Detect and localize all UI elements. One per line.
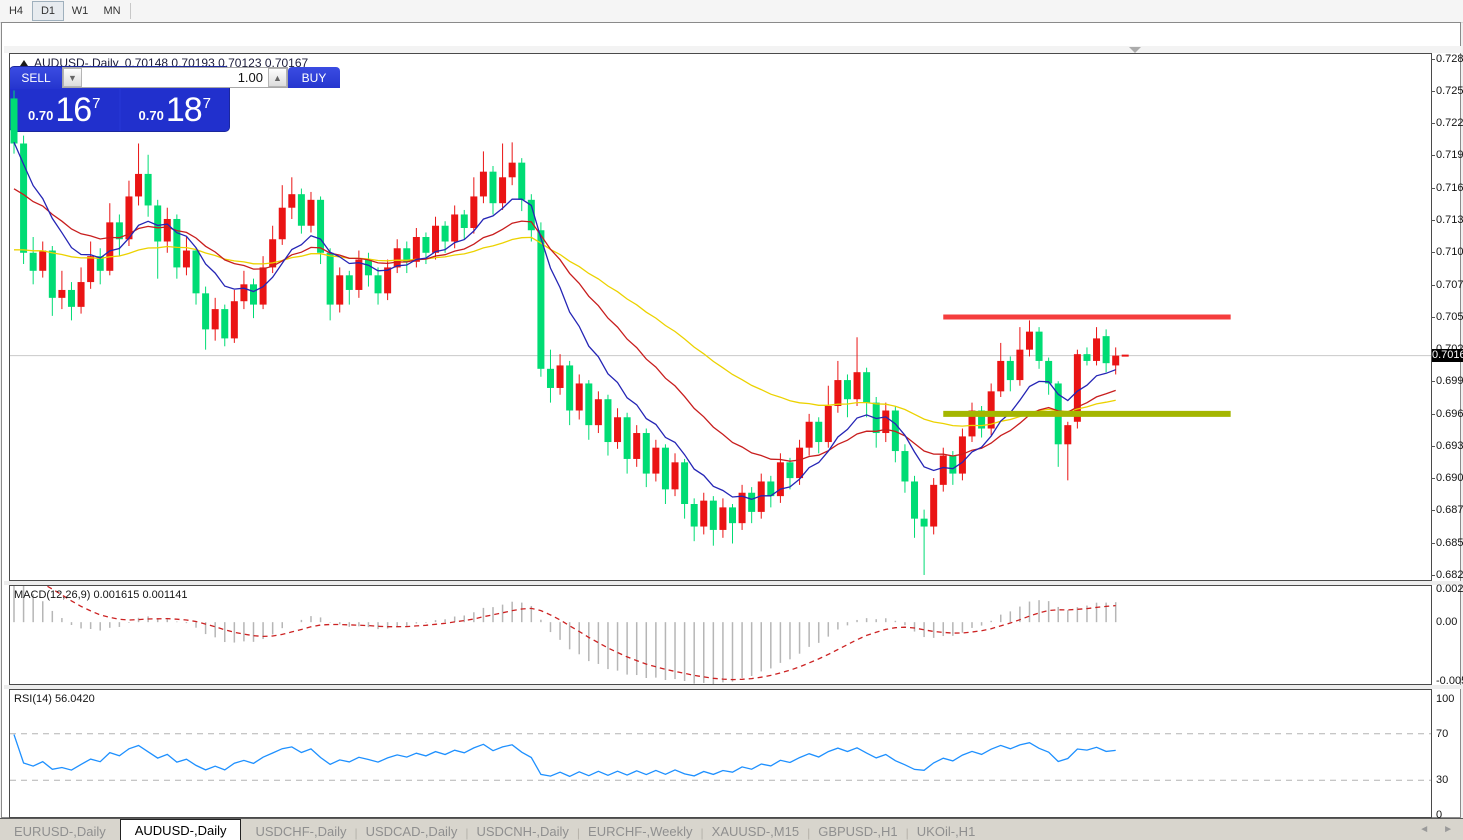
price-tick-mark: [1431, 543, 1435, 544]
price-tick-mark: [1431, 414, 1435, 415]
price-tick-mark: [1431, 285, 1435, 286]
price-tick-mark: [1431, 59, 1435, 60]
rsi-indicator-canvas[interactable]: [10, 690, 1431, 817]
price-tick-label: 0.71945: [1436, 149, 1463, 161]
timeframe-button-w1[interactable]: W1: [64, 1, 96, 21]
price-tick-label: 0.70795: [1436, 279, 1463, 291]
tab-scroll-right-icon[interactable]: ►: [1443, 824, 1453, 835]
macd-tick-label: 0.002962: [1436, 583, 1463, 595]
price-tick-mark: [1431, 123, 1435, 124]
price-tick-label: 0.71085: [1436, 246, 1463, 258]
price-tick-mark: [1431, 155, 1435, 156]
price-tick-mark: [1431, 317, 1435, 318]
rsi-tick-label: 100: [1436, 693, 1454, 705]
tab-scroll-arrows: ◄ ►: [1419, 824, 1453, 835]
candlestick-series: [11, 91, 1120, 575]
tab-usdcnh-daily[interactable]: USDCNH-,Daily: [462, 821, 582, 840]
application-window: H4D1W1MN AUDUSD-,Daily 0.70148 0.70193 0…: [0, 0, 1463, 840]
price-tick-mark: [1431, 446, 1435, 447]
price-tick-mark: [1431, 510, 1435, 511]
price-tick-mark: [1431, 478, 1435, 479]
price-tick-label: 0.70510: [1436, 311, 1463, 323]
rsi-tick-label: 30: [1436, 774, 1448, 786]
price-tick-mark: [1431, 220, 1435, 221]
macd-label: MACD(12,26,9) 0.001615 0.001141: [14, 589, 188, 601]
rsi-line: [14, 735, 1116, 777]
price-tick-mark: [1431, 91, 1435, 92]
price-tick-label: 0.69650: [1436, 408, 1463, 420]
price-tick-label: 0.72230: [1436, 117, 1463, 129]
price-tick-mark: [1431, 188, 1435, 189]
tab-ukoil-h1[interactable]: UKOil-,H1: [903, 821, 990, 840]
current-price-tag: 0.70167: [1432, 349, 1463, 362]
price-tick-label: 0.68220: [1436, 569, 1463, 581]
ma-line-9: [14, 142, 1116, 499]
timeframe-button-d1[interactable]: D1: [32, 1, 64, 21]
tab-usdchf-daily[interactable]: USDCHF-,Daily: [241, 821, 360, 840]
tab-scroll-left-icon[interactable]: ◄: [1419, 824, 1429, 835]
chart-tab-bar: EURUSD-,DailyAUDUSD-,DailyUSDCHF-,Daily|…: [0, 818, 1463, 840]
price-tick-mark: [1431, 381, 1435, 382]
tab-xauusd-m15[interactable]: XAUUSD-,M15: [698, 821, 813, 840]
price-tick-label: 0.72515: [1436, 85, 1463, 97]
price-tick-mark: [1431, 252, 1435, 253]
price-tick-label: 0.69940: [1436, 375, 1463, 387]
price-axis-border: [1431, 53, 1432, 818]
price-tick-label: 0.69365: [1436, 440, 1463, 452]
timeframe-toolbar: H4D1W1MN: [0, 0, 1463, 23]
price-tick-label: 0.71655: [1436, 182, 1463, 194]
price-tick-label: 0.71370: [1436, 214, 1463, 226]
macd-indicator-canvas[interactable]: [10, 586, 1431, 684]
tab-eurchf-weekly[interactable]: EURCHF-,Weekly: [574, 821, 707, 840]
timeframe-button-h4[interactable]: H4: [0, 1, 32, 21]
tab-eurusd-daily[interactable]: EURUSD-,Daily: [0, 821, 120, 840]
rsi-tick-label: 70: [1436, 728, 1448, 740]
chart-top-strip: [4, 46, 1462, 53]
price-tick-label: 0.72800: [1436, 53, 1463, 65]
toolbar-separator: [130, 3, 131, 19]
rsi-label: RSI(14) 56.0420: [14, 693, 95, 705]
price-tick-label: 0.69080: [1436, 472, 1463, 484]
macd-tick-label: -0.005255: [1436, 675, 1463, 687]
price-tick-label: 0.68795: [1436, 504, 1463, 516]
tab-gbpusd-h1[interactable]: GBPUSD-,H1: [804, 821, 911, 840]
chart-window: AUDUSD-,Daily 0.70148 0.70193 0.70123 0.…: [1, 22, 1461, 818]
tab-usdcad-daily[interactable]: USDCAD-,Daily: [352, 821, 472, 840]
macd-tick-label: 0.00: [1436, 616, 1457, 628]
timeframe-button-mn[interactable]: MN: [96, 1, 128, 21]
tab-audusd-daily[interactable]: AUDUSD-,Daily: [120, 819, 242, 840]
main-chart-canvas[interactable]: [10, 53, 1431, 580]
price-tick-mark: [1431, 575, 1435, 576]
price-tick-label: 0.68505: [1436, 537, 1463, 549]
